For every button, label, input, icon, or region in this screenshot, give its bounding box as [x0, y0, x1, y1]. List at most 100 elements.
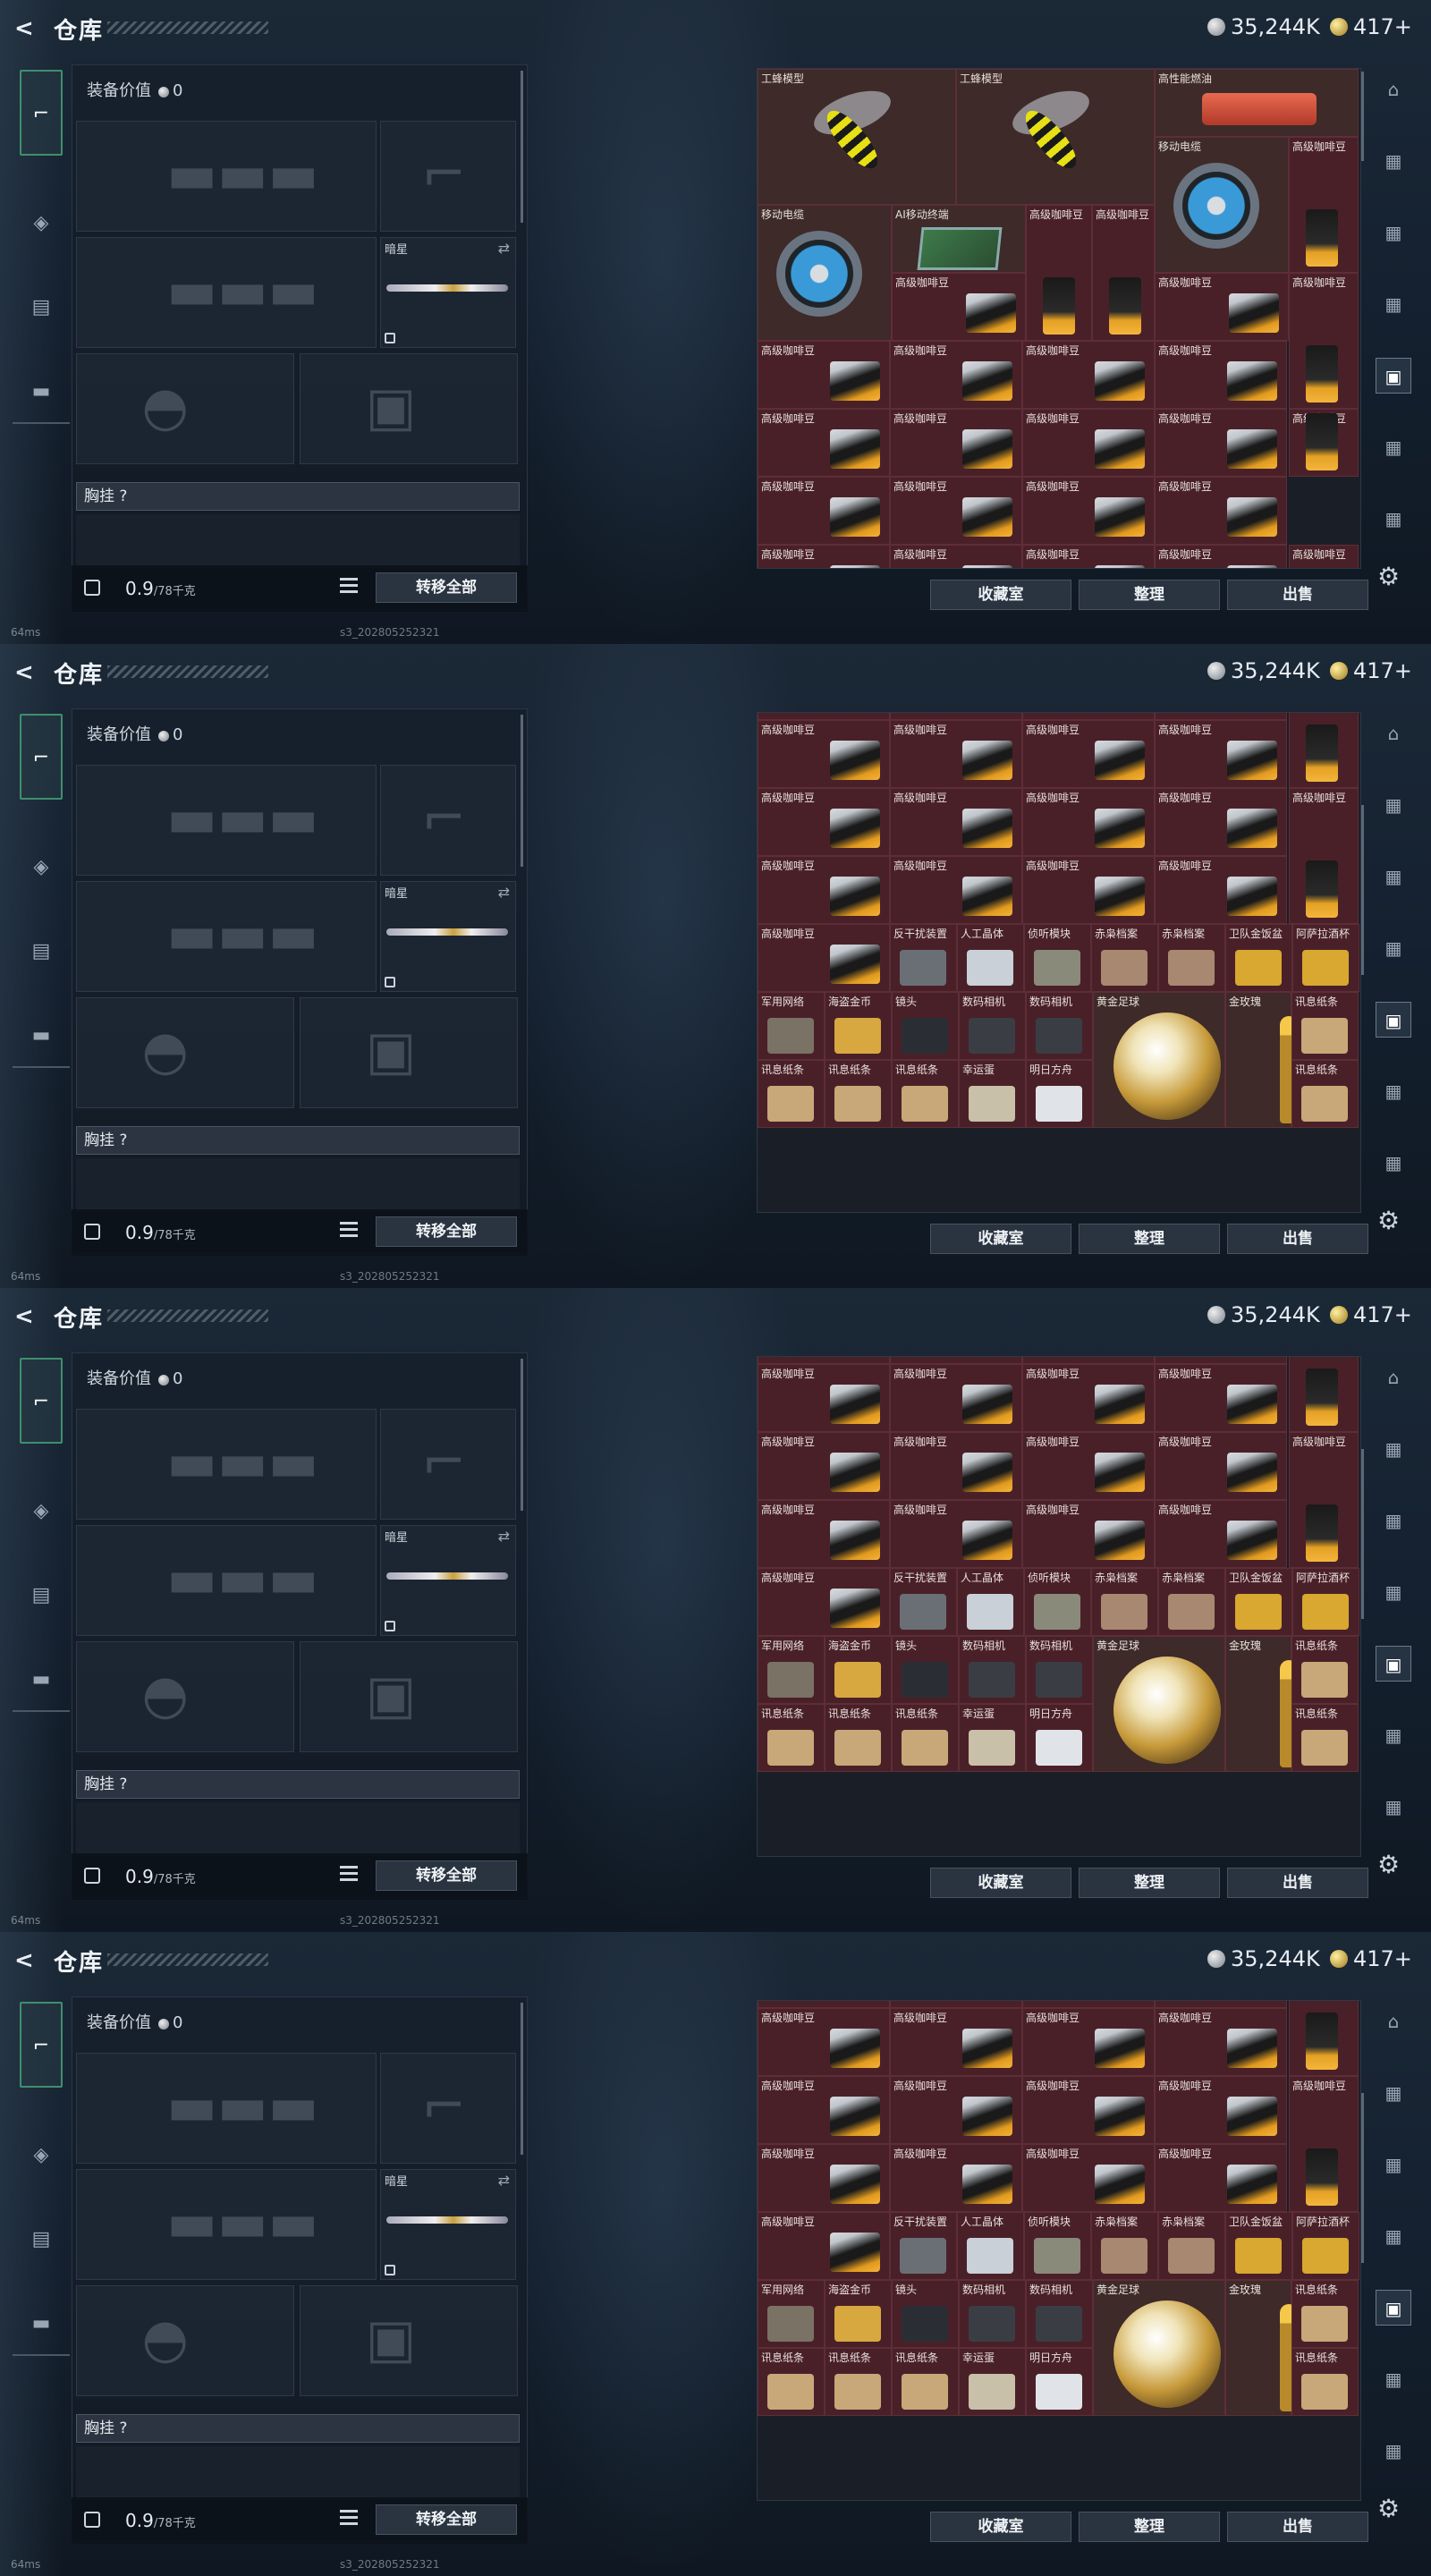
stash-item-ring[interactable]: 军用网络 — [758, 2280, 825, 2348]
stash-item-bean[interactable]: 高级咖啡豆 — [890, 788, 1022, 856]
stash-item-bean[interactable]: 高级咖啡豆 — [890, 477, 1022, 545]
tab-case-icon[interactable]: ▬ — [20, 2302, 63, 2345]
swap-icon[interactable]: ⇄ — [498, 2172, 510, 2189]
stash-item-rose[interactable]: 金玫瑰 — [1225, 992, 1298, 1128]
equipment-scrollbar[interactable] — [521, 71, 523, 223]
chest-rig-slot[interactable]: 胸挂 ? — [76, 1770, 520, 1799]
stash-item-bean[interactable]: 高级咖啡豆 — [1155, 341, 1287, 409]
vault-button[interactable]: 收藏室 — [930, 1224, 1071, 1254]
stash-item-reel[interactable]: 移动电缆 — [758, 205, 892, 341]
primary-weapon-slot[interactable]: ▬▬▬ — [76, 2053, 377, 2164]
stash-item-bean[interactable]: 高级咖啡豆 — [758, 1568, 890, 1636]
stash-item-bean[interactable]: 高级咖啡豆 — [890, 2008, 1022, 2076]
stash-item-bean[interactable]: 高级咖啡豆 — [890, 1500, 1022, 1568]
stash-item-bean[interactable]: 高级咖啡豆 — [758, 2001, 890, 2008]
stash-item-bean[interactable]: 高级咖啡豆 — [890, 409, 1022, 477]
vault-button[interactable]: 收藏室 — [930, 580, 1071, 610]
tab-vest-icon[interactable]: ▤ — [20, 930, 63, 973]
tab-vest-icon[interactable]: ▤ — [20, 286, 63, 329]
stash-item-bean[interactable]: 高级咖啡豆 — [1289, 409, 1359, 477]
stash-item-wine[interactable]: 阿萨拉酒杯 — [1292, 2212, 1359, 2280]
category-filter-icon[interactable]: ▦ — [1376, 1431, 1411, 1467]
stash-item-bean[interactable]: 高级咖啡豆 — [1022, 788, 1155, 856]
stash-item-note[interactable]: 讯息纸条 — [892, 1060, 959, 1128]
list-icon[interactable] — [340, 1222, 358, 1240]
stash-item-note[interactable]: 讯息纸条 — [758, 1704, 825, 1772]
secondary-weapon-slot[interactable]: ▬▬▬ — [76, 881, 377, 992]
stash-item-bean[interactable]: 高级咖啡豆 — [758, 341, 890, 409]
stash-item-fuel[interactable]: 高性能燃油 — [1155, 69, 1359, 137]
transfer-all-button[interactable]: 转移全部 — [376, 1216, 517, 1247]
equipment-scrollbar[interactable] — [521, 715, 523, 867]
stash-item-anti[interactable]: 反干扰装置 — [890, 924, 957, 992]
stash-item-bao1[interactable]: 赤枭档案 — [1091, 924, 1158, 992]
category-filter-icon[interactable]: ▦ — [1376, 2147, 1411, 2182]
stash-item-coin[interactable]: 海盗金币 — [825, 1636, 892, 1704]
stash-item-bean[interactable]: 高级咖啡豆 — [1289, 545, 1359, 568]
tab-weapon-icon[interactable]: ⌐ — [20, 70, 63, 156]
stash-item-bean[interactable]: 高级咖啡豆 — [890, 2001, 1022, 2008]
stash-scrollbar[interactable] — [1361, 1449, 1364, 1619]
stash-item-bean[interactable]: 高级咖啡豆 — [1022, 713, 1155, 720]
stash-item-bean[interactable]: 高级咖啡豆 — [1155, 2144, 1287, 2212]
list-icon[interactable] — [340, 578, 358, 596]
stash-item-bean[interactable]: 高级咖啡豆 — [1022, 720, 1155, 788]
stash-item-note[interactable]: 讯息纸条 — [1291, 992, 1359, 1060]
category-filter-icon[interactable]: ▦ — [1376, 787, 1411, 823]
armor-slot[interactable]: ▣ — [300, 997, 518, 1108]
stash-item-bean[interactable]: 高级咖啡豆 — [890, 856, 1022, 924]
list-icon[interactable] — [340, 1866, 358, 1884]
category-filter-icon[interactable]: ▦ — [1376, 2218, 1411, 2254]
back-arrow-icon[interactable]: < — [14, 1948, 39, 1973]
stash-item-bean[interactable]: 高级咖啡豆 — [890, 1364, 1022, 1432]
primary-weapon-slot[interactable]: ▬▬▬ — [76, 1409, 377, 1520]
chest-rig-slot[interactable]: 胸挂 ? — [76, 482, 520, 511]
stash-item-bean[interactable]: 高级咖啡豆 — [758, 2076, 890, 2144]
stash-item-bean[interactable]: 高级咖啡豆 — [758, 720, 890, 788]
category-filter-icon[interactable]: ▣ — [1376, 1002, 1411, 1038]
category-filter-icon[interactable]: ▦ — [1376, 1073, 1411, 1109]
stash-item-wasp[interactable]: 工蜂模型 — [758, 69, 956, 205]
stash-item-bao1[interactable]: 赤枭档案 — [1091, 2212, 1158, 2280]
transfer-all-button[interactable]: 转移全部 — [376, 1860, 517, 1891]
category-filter-icon[interactable]: ▦ — [1376, 2075, 1411, 2111]
stash-item-reel[interactable]: 移动电缆 — [1155, 137, 1289, 273]
stash-item-bean[interactable]: 高级咖啡豆 — [890, 1357, 1022, 1364]
transfer-all-button[interactable]: 转移全部 — [376, 2504, 517, 2535]
stash-item-bean[interactable]: 高级咖啡豆 — [1155, 2008, 1287, 2076]
tab-case-icon[interactable]: ▬ — [20, 1658, 63, 1701]
stash-item-egg[interactable]: 幸运蛋 — [959, 2348, 1026, 2416]
stash-item-bean[interactable]: 高级咖啡豆 — [758, 545, 890, 568]
stash-item-bean[interactable]: 高级咖啡豆 — [1155, 2001, 1287, 2008]
stash-item-egg[interactable]: 幸运蛋 — [959, 1060, 1026, 1128]
stash-item-bao1[interactable]: 赤枭档案 — [1158, 1568, 1225, 1636]
stash-item-bao1[interactable]: 赤枭档案 — [1091, 1568, 1158, 1636]
stash-item-bean[interactable]: 高级咖啡豆 — [1289, 1357, 1359, 1432]
back-arrow-icon[interactable]: < — [14, 16, 39, 41]
stash-item-bean[interactable]: 高级咖啡豆 — [1022, 2144, 1155, 2212]
stash-item-note[interactable]: 讯息纸条 — [825, 1060, 892, 1128]
category-filter-icon[interactable]: ▦ — [1376, 501, 1411, 537]
stash-item-bean[interactable]: 高级咖啡豆 — [890, 1432, 1022, 1500]
stash-item-bean[interactable]: 高级咖啡豆 — [1289, 788, 1359, 924]
stash-item-bean[interactable]: 高级咖啡豆 — [758, 2008, 890, 2076]
stash-item-bean[interactable]: 高级咖啡豆 — [890, 713, 1022, 720]
tab-weapon-icon[interactable]: ⌐ — [20, 1358, 63, 1444]
stash-item-cam[interactable]: 数码相机 — [959, 2280, 1026, 2348]
stash-item-coin[interactable]: 海盗金币 — [825, 2280, 892, 2348]
stash-item-bean[interactable]: 高级咖啡豆 — [1022, 856, 1155, 924]
stash-item-coin[interactable]: 海盗金币 — [825, 992, 892, 1060]
stash-item-bean[interactable]: 高级咖啡豆 — [758, 1432, 890, 1500]
back-arrow-icon[interactable]: < — [14, 1304, 39, 1329]
category-filter-icon[interactable]: ⌂ — [1376, 72, 1411, 107]
stash-item-bean[interactable]: 高级咖啡豆 — [758, 1364, 890, 1432]
category-filter-icon[interactable]: ▦ — [1376, 1717, 1411, 1753]
equipment-scrollbar[interactable] — [521, 1359, 523, 1511]
stash-item-cam[interactable]: 数码相机 — [1026, 1636, 1093, 1704]
gold-currency[interactable]: 417+ — [1330, 658, 1412, 683]
stash-item-bean[interactable]: 高级咖啡豆 — [1289, 713, 1359, 788]
category-filter-icon[interactable]: ▦ — [1376, 1503, 1411, 1538]
stash-item-lens[interactable]: 镜头 — [892, 1636, 959, 1704]
helmet-slot[interactable]: ◓ — [76, 353, 294, 464]
stash-item-anti[interactable]: 反干扰装置 — [890, 2212, 957, 2280]
